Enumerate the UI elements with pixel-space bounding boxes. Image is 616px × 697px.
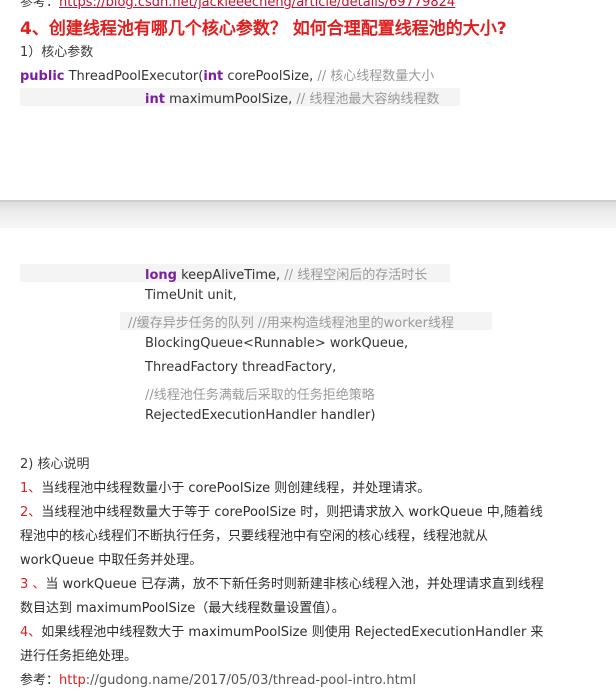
point-text: 当线程池中线程数量大于等于 corePoolSize 时，则把请求放入 work… [41, 505, 543, 520]
reference-link-rest[interactable]: ://gudong.name/2017/05/03/thread-pool-in… [86, 673, 416, 688]
code-keyword: int [203, 69, 224, 84]
section-core-explanation: 2) 核心说明 [20, 457, 90, 472]
point-text: 当线程池中线程数量小于 corePoolSize 则创建线程，并处理请求。 [41, 481, 431, 496]
reference-top: 参考：https://blog.csdn.net/jackieeecheng/a… [20, 0, 455, 10]
reference-link[interactable]: https://blog.csdn.net/jackieeecheng/arti… [59, 0, 455, 10]
code-line-7: ThreadFactory threadFactory, [145, 360, 337, 375]
code-line-9: RejectedExecutionHandler handler) [145, 408, 376, 423]
code-line-2: int maximumPoolSize, // 线程池最大容纳线程数 [145, 88, 439, 107]
point-4-line-1: 4、如果线程池中线程数大于 maximumPoolSize 则使用 Reject… [20, 621, 543, 640]
code-param: maximumPoolSize, [164, 92, 297, 107]
code-keyword: public [20, 69, 65, 84]
page-break-line [0, 200, 616, 202]
section-core-params: 1）核心参数 [20, 45, 94, 60]
point-number: 3 、 [20, 577, 46, 592]
code-line-5: //缓存异步任务的队列 //用来构造线程池里的worker线程 [128, 316, 454, 331]
code-comment: // 线程池最大容纳线程数 [296, 92, 440, 107]
code-text: ThreadPoolExecutor( [64, 69, 204, 84]
question-title: 4、创建线程池有哪几个核心参数？ 如何合理配置线程池的大小? [20, 19, 507, 39]
point-2-line-3: workQueue 中取任务并处理。 [20, 553, 203, 568]
code-line-4: TimeUnit unit, [145, 288, 237, 303]
code-line-6: BlockingQueue<Runnable> workQueue, [145, 336, 409, 351]
point-number: 4、 [20, 625, 42, 640]
point-3-line-2: 数目达到 maximumPoolSize（最大线程数量设置值）。 [20, 601, 345, 616]
code-keyword: long [145, 268, 177, 283]
reference-label: 参考： [20, 673, 60, 688]
point-2-line-1: 2、当线程池中线程数量大于等于 corePoolSize 时，则把请求放入 wo… [20, 501, 543, 520]
code-keyword: int [145, 92, 165, 107]
code-param: keepAliveTime, [176, 268, 285, 283]
code-comment: // 线程空闲后的存活时长 [284, 268, 428, 283]
code-line-8: //线程池任务满载后采取的任务拒绝策略 [145, 388, 375, 403]
point-1: 1、当线程池中线程数量小于 corePoolSize 则创建线程，并处理请求。 [20, 477, 430, 496]
reference-bottom: 参考：http://gudong.name/2017/05/03/thread-… [20, 669, 416, 688]
code-comment: // 核心线程数量大小 [317, 69, 435, 84]
code-param: corePoolSize, [223, 69, 318, 84]
reference-link-scheme[interactable]: http [59, 673, 86, 688]
code-line-1: public ThreadPoolExecutor(int corePoolSi… [20, 65, 434, 84]
reference-label: 参考： [20, 0, 60, 10]
point-text: 当 workQueue 已存满，放不下新任务时则新建非核心线程入池，并处理请求直… [45, 577, 544, 592]
page-break [0, 200, 616, 228]
point-2-line-2: 程池中的核心线程们不断执行任务，只要线程池中有空闲的核心线程，线程池就从 [20, 529, 489, 544]
point-text: 如果线程池中线程数大于 maximumPoolSize 则使用 Rejected… [41, 625, 544, 640]
point-number: 2、 [20, 505, 42, 520]
point-3-line-1: 3 、当 workQueue 已存满，放不下新任务时则新建非核心线程入池，并处理… [20, 573, 544, 592]
point-4-line-2: 进行任务拒绝处理。 [20, 649, 138, 664]
code-line-3: long keepAliveTime, // 线程空闲后的存活时长 [145, 264, 427, 283]
point-number: 1、 [20, 481, 42, 496]
